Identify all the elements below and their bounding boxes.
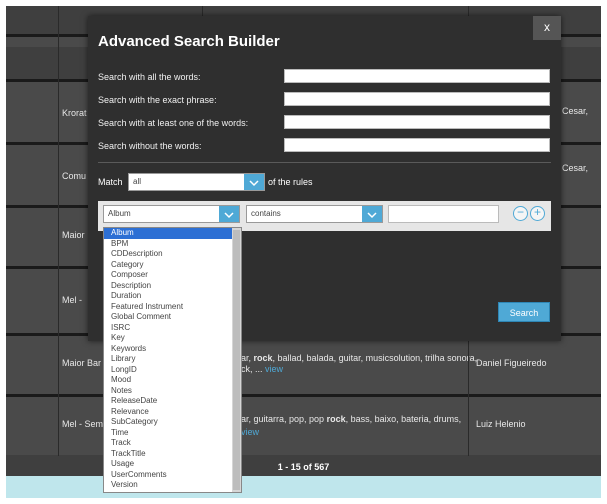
row-artist: Cesar,	[562, 106, 589, 116]
row-keywords: ar, rock, ballad, balada, guitar, musics…	[241, 353, 477, 363]
row-name: Maior Bar	[62, 358, 102, 368]
column-divider	[58, 6, 59, 456]
dropdown-option[interactable]: Key	[104, 333, 241, 344]
keywords-text: ar,	[241, 353, 254, 363]
match-label: Match	[98, 177, 123, 187]
dropdown-option[interactable]: Version	[104, 480, 241, 491]
exact-phrase-input[interactable]	[284, 92, 550, 106]
view-link[interactable]: view	[265, 364, 283, 374]
dropdown-option[interactable]: BPM	[104, 239, 241, 250]
exact-phrase-label: Search with the exact phrase:	[98, 95, 217, 105]
view-link[interactable]: view	[241, 427, 259, 437]
without-words-label: Search without the words:	[98, 141, 202, 151]
row-artist: Daniel Figueiredo	[476, 358, 547, 368]
search-button[interactable]: Search	[498, 302, 550, 322]
keywords-text: , ballad, balada, guitar, musicsolution,…	[272, 353, 478, 363]
row-name: Comu	[62, 171, 87, 181]
match-value: all	[133, 177, 142, 186]
row-keywords-more: ck, ... view	[241, 364, 283, 374]
close-button[interactable]: x	[533, 16, 561, 40]
dropdown-option[interactable]: Featured Instrument	[104, 302, 241, 313]
all-words-label: Search with all the words:	[98, 72, 201, 82]
dropdown-option[interactable]: Relevance	[104, 407, 241, 418]
dropdown-option[interactable]: Duration	[104, 291, 241, 302]
table-row[interactable]: Mel - Sem ar, guitarra, pop, pop rock, b…	[6, 394, 601, 455]
dropdown-option[interactable]: Mood	[104, 375, 241, 386]
rule-field-select[interactable]: Album	[103, 205, 240, 223]
row-keywords-more: view	[241, 427, 259, 437]
dropdown-option[interactable]: SubCategory	[104, 417, 241, 428]
keywords-text: ck, ...	[241, 364, 263, 374]
keyword-highlight: rock	[326, 414, 346, 424]
row-name: Mel - Sem	[62, 419, 104, 429]
dropdown-option[interactable]: Usage	[104, 459, 241, 470]
rule-operator-select[interactable]: contains	[246, 205, 383, 223]
dropdown-option[interactable]: ISRC	[104, 323, 241, 334]
rule-operator-value: contains	[251, 209, 281, 218]
rule-value-input[interactable]	[388, 205, 499, 223]
add-rule-icon[interactable]: +	[530, 206, 545, 221]
dropdown-option[interactable]: Library	[104, 354, 241, 365]
chevron-down-icon	[219, 206, 239, 222]
match-suffix: of the rules	[268, 177, 313, 187]
keyword-highlight: rock	[253, 353, 273, 363]
modal-title: Advanced Search Builder	[98, 33, 280, 50]
row-artist: Cesar,	[562, 163, 589, 173]
field-dropdown-list[interactable]: Album BPM CDDescription Category Composer Des…	[103, 227, 242, 493]
table-row[interactable]: Maior Bar ar, rock, ballad, balada, guit…	[6, 333, 601, 394]
dropdown-option[interactable]: Composer	[104, 270, 241, 281]
remove-rule-icon[interactable]: −	[513, 206, 528, 221]
scrollbar-thumb[interactable]	[233, 230, 240, 490]
chevron-down-icon	[244, 174, 264, 190]
scrollbar[interactable]	[232, 228, 241, 492]
dropdown-option[interactable]: Time	[104, 428, 241, 439]
dropdown-option[interactable]: Keywords	[104, 344, 241, 355]
pagination-summary: 1 - 15 of 567	[277, 462, 330, 472]
dropdown-option[interactable]: TrackTitle	[104, 449, 241, 460]
dropdown-option[interactable]: Category	[104, 260, 241, 271]
rule-field-value: Album	[108, 209, 131, 218]
without-words-input[interactable]	[284, 138, 550, 152]
chevron-down-icon	[362, 206, 382, 222]
divider	[98, 162, 551, 163]
match-select[interactable]: all	[128, 173, 265, 191]
row-name: Mel -	[62, 295, 82, 305]
row-name: Krorat	[62, 108, 87, 118]
keywords-text: ar, guitarra, pop, pop	[241, 414, 327, 424]
keywords-text: , bass, baixo, bateria, drums,	[345, 414, 462, 424]
dropdown-option[interactable]: Track	[104, 438, 241, 449]
dropdown-option[interactable]: UserComments	[104, 470, 241, 481]
dropdown-option[interactable]: Album	[104, 228, 241, 239]
dropdown-option[interactable]: LongID	[104, 365, 241, 376]
row-artist: Luiz Helenio	[476, 419, 526, 429]
dropdown-option[interactable]: Global Comment	[104, 312, 241, 323]
dropdown-option[interactable]: ReleaseDate	[104, 396, 241, 407]
any-words-input[interactable]	[284, 115, 550, 129]
all-words-input[interactable]	[284, 69, 550, 83]
footer-bar	[6, 476, 601, 498]
dropdown-option[interactable]: CDDescription	[104, 249, 241, 260]
dropdown-option[interactable]: Notes	[104, 386, 241, 397]
dropdown-option[interactable]: Description	[104, 281, 241, 292]
row-name: Maior	[62, 230, 85, 240]
row-keywords: ar, guitarra, pop, pop rock, bass, baixo…	[241, 414, 461, 424]
any-words-label: Search with at least one of the words:	[98, 118, 249, 128]
